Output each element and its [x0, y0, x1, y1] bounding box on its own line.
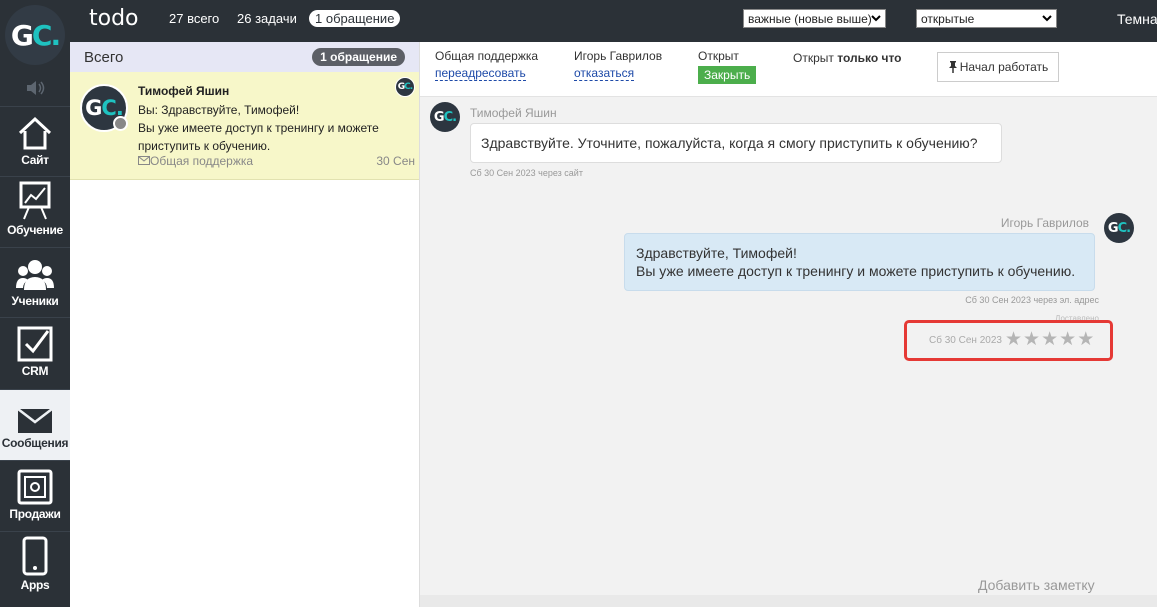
ticket-list: Всего 1 обращение GC. GC. Тимофей Яшин В… — [70, 42, 420, 607]
star-icon[interactable]: ★ — [1005, 329, 1022, 351]
speaker-icon[interactable] — [0, 72, 70, 104]
ticket-preview: Вы: Здравствуйте, Тимофей! Вы уже имеете… — [138, 103, 379, 153]
avatar: GC. — [1104, 213, 1134, 243]
customer-message-bubble: Здравствуйте. Уточните, пожалуйста, когд… — [470, 123, 1002, 163]
ticket-date: 30 Сен — [376, 154, 415, 168]
logo-letter-g: G — [10, 18, 34, 52]
top-bar: todo 27 всего 26 задачи 1 обращение важн… — [70, 0, 1157, 42]
rating-highlight: Сб 30 Сен 2023 ★ ★ ★ ★ ★ — [904, 320, 1113, 361]
logo-letter-c: C. — [31, 18, 61, 52]
star-icon[interactable]: ★ — [1023, 329, 1040, 351]
pin-icon — [948, 61, 957, 73]
star-icon[interactable]: ★ — [1041, 329, 1058, 351]
chevron-down-icon — [871, 15, 881, 22]
count-tasks-link[interactable]: 26 задачи — [237, 11, 297, 26]
sidebar-item-site[interactable]: Сайт — [0, 106, 70, 176]
sidebar-item-label: Продажи — [9, 507, 61, 521]
sidebar-item-label: Apps — [20, 578, 50, 592]
presentation-icon — [19, 177, 51, 221]
ticket-category: Общая поддержка — [138, 154, 253, 168]
avatar: GC. — [430, 102, 460, 132]
message-line: Здравствуйте, Тимофей! — [636, 245, 797, 261]
message-meta: Сб 30 Сен 2023 через эл. адрес — [965, 295, 1099, 305]
logo-letter-g: G — [85, 96, 102, 120]
sidebar-item-crm[interactable]: CRM — [0, 317, 70, 389]
sidebar-item-label: Обучение — [7, 223, 63, 237]
ticket-count-badge: 1 обращение — [312, 48, 405, 66]
sidebar-item-messages[interactable]: Сообщения — [0, 389, 70, 460]
envelope-icon — [17, 390, 53, 434]
logo-letter-c: C. — [1117, 220, 1132, 236]
star-icon[interactable]: ★ — [1059, 329, 1076, 351]
ticket-list-header: Всего 1 обращение — [70, 42, 419, 72]
sort-select-value: важные (новые выше) — [748, 11, 872, 26]
logo-letter-g: G — [1107, 220, 1119, 236]
message-author: Игорь Гаврилов — [1000, 216, 1089, 230]
close-ticket-button[interactable]: Закрыть — [698, 66, 757, 84]
opened-time: Открыт только что — [793, 51, 902, 65]
chevron-down-icon — [1042, 15, 1052, 22]
sidebar-item-sales[interactable]: Продажи — [0, 460, 70, 531]
ticket-author-name: Тимофей Яшин — [138, 84, 230, 98]
star-icon[interactable]: ★ — [1077, 329, 1094, 351]
logo-letter-c: C. — [443, 109, 458, 125]
add-note-link[interactable]: Добавить заметку — [978, 577, 1095, 593]
redirect-link[interactable]: переадресовать — [435, 66, 526, 81]
message-line: Вы уже имеете доступ к тренингу и можете… — [636, 263, 1076, 279]
theme-toggle[interactable]: Темна — [1117, 11, 1157, 27]
start-work-button[interactable]: Начал работать — [937, 52, 1059, 82]
sidebar-item-label: Сообщения — [1, 436, 69, 450]
offline-status-dot — [113, 116, 128, 131]
sidebar-item-label: Сайт — [21, 153, 49, 167]
opened-prefix: Открыт — [793, 51, 834, 65]
opened-when-value: только что — [837, 51, 902, 65]
channel-logo-icon: GC. — [395, 77, 415, 97]
app-sidebar: GC. Сайт Обучение Ученики CRM Сообщения — [0, 0, 70, 607]
logo-letter-c: C. — [404, 82, 413, 92]
assignee-label: Игорь Гаврилов — [574, 49, 663, 63]
sidebar-item-students[interactable]: Ученики — [0, 247, 70, 317]
brand-logo[interactable]: GC. — [5, 5, 65, 65]
ticket-item[interactable]: GC. GC. Тимофей Яшин Вы: Здравствуйте, Т… — [70, 72, 419, 180]
ticket-list-title: Всего — [84, 48, 124, 66]
refuse-link[interactable]: отказаться — [574, 66, 635, 81]
agent-message-bubble: Здравствуйте, Тимофей! Вы уже имеете дос… — [624, 233, 1095, 291]
ticket-detail-header: Общая поддержка переадресовать Игорь Гав… — [420, 42, 1157, 97]
count-total-link[interactable]: 27 всего — [169, 11, 219, 26]
message-meta: Сб 30 Сен 2023 через сайт — [470, 168, 583, 178]
category-label: Общая поддержка — [435, 49, 539, 63]
sort-select[interactable]: важные (новые выше) — [743, 9, 886, 28]
checkbox-icon — [17, 318, 53, 362]
sidebar-item-apps[interactable]: Apps — [0, 531, 70, 607]
count-open-link[interactable]: 1 обращение — [309, 10, 401, 27]
sidebar-item-learning[interactable]: Обучение — [0, 176, 70, 247]
rating-date: Сб 30 Сен 2023 — [929, 335, 1002, 346]
status-label: Открыт — [698, 49, 739, 63]
logo-letter-g: G — [433, 109, 445, 125]
rating-stars: ★ ★ ★ ★ ★ — [1005, 329, 1094, 351]
phone-icon — [22, 532, 48, 576]
bottom-strip — [420, 595, 1157, 607]
status-select[interactable]: открытые — [916, 9, 1057, 28]
safe-icon — [17, 461, 53, 505]
app-title: todo — [89, 6, 139, 31]
ticket-detail: Общая поддержка переадресовать Игорь Гав… — [420, 42, 1157, 607]
status-select-value: открытые — [921, 11, 975, 26]
message-author: Тимофей Яшин — [470, 106, 557, 120]
home-icon — [17, 107, 53, 151]
envelope-icon — [138, 156, 150, 165]
sidebar-item-label: CRM — [21, 364, 49, 378]
start-work-label: Начал работать — [959, 60, 1049, 74]
ticket-category-label: Общая поддержка — [150, 154, 254, 168]
sidebar-item-label: Ученики — [11, 294, 59, 308]
users-icon — [16, 248, 54, 292]
